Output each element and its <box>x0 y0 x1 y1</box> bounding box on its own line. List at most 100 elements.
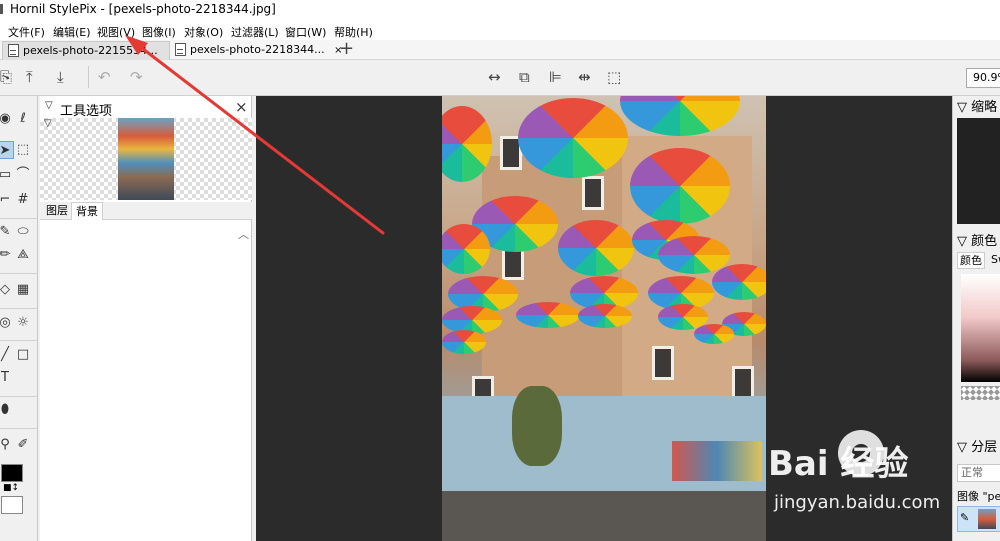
image-thumbnail <box>118 118 174 200</box>
navigator-panel-title: 缩略 <box>971 100 998 115</box>
menu-window[interactable]: 窗口(W) <box>285 24 326 40</box>
grid-icon[interactable]: # <box>14 191 32 209</box>
color-panel-tabs: 颜色 Sw <box>957 252 1000 269</box>
window-illustration <box>582 176 604 210</box>
zoom-icon[interactable]: ⚲ <box>0 436 14 454</box>
new-tab-button[interactable]: + <box>339 39 354 59</box>
toolbar-divider <box>88 66 89 88</box>
umbrella <box>658 236 730 274</box>
tool-divider <box>0 273 38 274</box>
layer-stack-icon[interactable]: ⧉ <box>519 68 530 86</box>
distribute-icon[interactable]: ⇹ <box>578 68 591 86</box>
preview-area: ▽ <box>40 118 252 200</box>
palette-icon[interactable]: ⬮ <box>0 401 14 419</box>
clone-icon[interactable]: ⟁ <box>14 246 32 264</box>
pencil-icon[interactable]: ✏ <box>0 246 14 264</box>
menu-file[interactable]: 文件(F) <box>8 24 45 40</box>
tool-divider <box>0 396 38 397</box>
diamond-icon[interactable]: ◇ <box>0 281 14 299</box>
watermark-url: jingyan.baidu.com <box>774 492 941 513</box>
image-file-icon <box>8 44 19 57</box>
graffiti-wall <box>672 441 762 481</box>
menu-bar: 文件(F) 编辑(E) 视图(V) 图像(I) 对象(O) 过滤器(L) 窗口(… <box>0 20 1000 40</box>
panel-close-button[interactable]: × <box>235 98 248 116</box>
chevron-up-icon[interactable]: ︿ <box>238 226 249 242</box>
eye-icon[interactable]: ◉ <box>0 110 14 128</box>
crop-screen-icon[interactable]: ⬚ <box>607 68 621 86</box>
window-title: Hornil StylePix - [pexels-photo-2218344.… <box>10 2 276 16</box>
free-select-icon[interactable]: ⌒ <box>14 166 32 184</box>
move-tool-icon[interactable]: ➤ <box>0 141 14 159</box>
red-eye-icon[interactable]: ◎ <box>0 314 14 332</box>
umbrella <box>620 96 740 136</box>
window-illustration <box>652 346 674 380</box>
alpha-slider[interactable] <box>961 386 1000 400</box>
photo-umbrellas <box>442 96 766 541</box>
line-icon[interactable]: ╱ <box>0 346 14 364</box>
tab-background[interactable]: 背景 <box>71 202 103 220</box>
gradient-icon[interactable]: ▦ <box>14 281 32 299</box>
download-icon[interactable]: ⤓ <box>57 68 64 86</box>
menu-filter[interactable]: 过滤器(L) <box>231 24 279 40</box>
tab-document-1[interactable]: pexels-photo-2215534... <box>2 41 170 60</box>
tab-document-2[interactable]: pexels-photo-2218344... × <box>170 41 343 60</box>
brush-icon[interactable]: ✎ <box>0 223 14 241</box>
flip-horizontal-icon[interactable]: ↔ <box>488 68 501 86</box>
tool-divider <box>0 218 38 219</box>
window-illustration <box>732 366 754 400</box>
upload-icon[interactable]: ⤒ <box>26 68 33 86</box>
tab-layer[interactable]: 图层 <box>42 202 72 220</box>
eraser-icon[interactable]: ⬭ <box>14 223 32 241</box>
image-file-icon <box>175 43 186 56</box>
zoom-level-field[interactable]: 90.9% <box>966 68 1000 88</box>
crop-icon[interactable]: ⌐ <box>0 191 14 209</box>
menu-view[interactable]: 视图(V) <box>97 24 135 40</box>
umbrella <box>442 306 502 334</box>
chevron-down-icon: ▽ <box>957 234 972 249</box>
umbrella <box>578 304 632 328</box>
tool-options-panel: ▽ 工具选项 × ▽ 图层 背景 ︿ <box>40 96 252 541</box>
umbrella <box>518 98 628 178</box>
tool-divider <box>0 308 38 309</box>
export-icon[interactable]: ⎘ <box>0 68 12 86</box>
tool-divider <box>0 340 38 341</box>
street-illustration <box>442 491 766 541</box>
brightness-icon[interactable]: ☼ <box>14 314 32 332</box>
umbrella <box>630 148 730 224</box>
rect-select-icon[interactable]: ⬚ <box>14 141 32 159</box>
background-color-swatch[interactable] <box>1 496 23 514</box>
eyedropper-icon[interactable]: ✐ <box>14 436 32 454</box>
rectangle-icon[interactable]: □ <box>14 346 32 364</box>
document-tabs: pexels-photo-2215534... pexels-photo-221… <box>0 39 1000 60</box>
chevron-down-icon: ▽ <box>957 100 972 115</box>
tab-label: pexels-photo-2215534... <box>23 44 158 57</box>
menu-object[interactable]: 对象(O) <box>184 24 223 40</box>
app-icon <box>0 4 3 14</box>
color-panel-header[interactable]: ▽ 颜色 <box>953 232 1000 252</box>
text-tool-icon[interactable]: T <box>0 369 14 387</box>
tool-divider <box>0 428 38 429</box>
undo-icon[interactable]: ↶ <box>98 68 111 86</box>
marquee-icon[interactable]: ▭ <box>0 166 14 184</box>
lasso-icon[interactable]: ℓ <box>14 110 32 128</box>
color-picker-field[interactable] <box>961 274 1000 382</box>
tab-swatches[interactable]: Sw <box>989 252 1000 269</box>
panel-title: 工具选项 <box>60 104 113 119</box>
chevron-down-icon[interactable]: ▽ <box>44 118 52 129</box>
navigator-panel-header[interactable]: ▽ 缩略 <box>953 98 1000 118</box>
menu-edit[interactable]: 编辑(E) <box>53 24 91 40</box>
redo-icon[interactable]: ↷ <box>130 68 143 86</box>
tree-illustration <box>512 386 562 466</box>
menu-image[interactable]: 图像(I) <box>142 24 176 40</box>
options-subtabs: 图层 背景 <box>40 202 252 220</box>
main-toolbar: ⎘ ⤒ ⤓ ↶ ↷ ↔ ⧉ ⊫ ⇹ ⬚ 90.9% <box>0 60 1000 96</box>
tool-palette: ◉ ℓ ➤ ⬚ ▭ ⌒ ⌐ # ✎ ⬭ ✏ ⟁ ◇ ▦ ◎ ☼ ╱ □ T ⬮ … <box>0 96 38 541</box>
swap-colors-icon[interactable]: ■↕ <box>3 483 19 493</box>
align-left-icon[interactable]: ⊫ <box>549 68 562 86</box>
tab-color[interactable]: 颜色 <box>957 252 985 269</box>
watermark-logo: Bai 经验 <box>768 444 909 484</box>
umbrella <box>442 330 486 354</box>
navigator-preview[interactable] <box>957 118 1000 224</box>
collapse-chevron-icon[interactable]: ▽ <box>45 100 53 111</box>
foreground-color-swatch[interactable] <box>1 464 23 482</box>
